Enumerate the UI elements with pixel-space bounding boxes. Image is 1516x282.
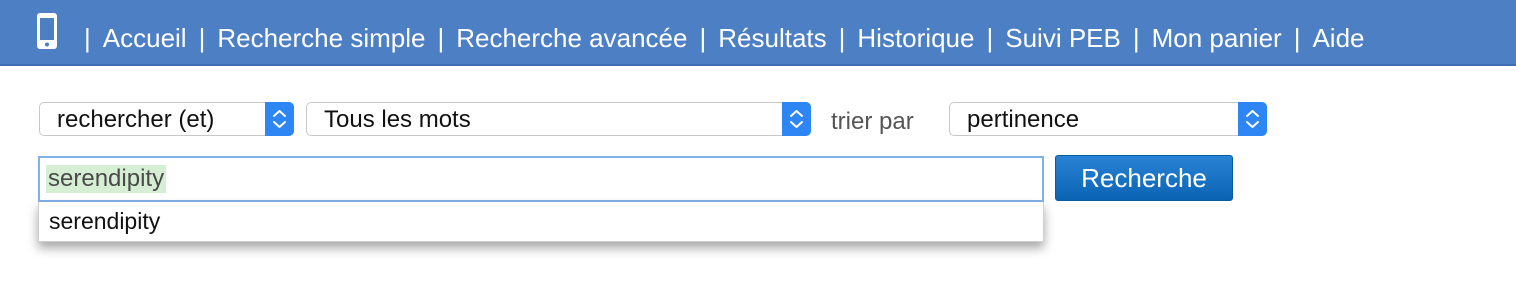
nav-link-aide[interactable]: Aide	[1312, 23, 1364, 54]
scope-select-value: Tous les mots	[324, 106, 471, 133]
nav-link-suivi-peb[interactable]: Suivi PEB	[1005, 23, 1121, 54]
nav-link-accueil[interactable]: Accueil	[103, 23, 187, 54]
operator-select-value: rechercher (et)	[57, 106, 215, 133]
sort-label: trier par	[831, 108, 914, 135]
select-stepper-icon	[1238, 102, 1267, 136]
nav-separator: |	[84, 22, 91, 53]
search-query-text: serendipity	[46, 165, 167, 193]
search-input[interactable]: serendipity	[38, 156, 1044, 202]
scope-select[interactable]: Tous les mots	[306, 102, 811, 136]
nav-separator: |	[838, 22, 846, 53]
operator-select[interactable]: rechercher (et)	[39, 102, 294, 136]
nav-separator: |	[198, 22, 206, 53]
search-button[interactable]: Recherche	[1055, 155, 1233, 201]
select-stepper-icon	[782, 102, 811, 136]
nav-link-historique[interactable]: Historique	[857, 23, 974, 54]
select-stepper-icon	[265, 102, 294, 136]
mobile-phone-icon[interactable]	[36, 12, 58, 50]
autocomplete-dropdown: serendipity	[38, 202, 1044, 242]
nav-separator: |	[986, 22, 994, 53]
sort-select-value: pertinence	[967, 106, 1080, 133]
nav-separator: |	[1293, 22, 1301, 53]
nav-link-recherche-avancee[interactable]: Recherche avancée	[456, 23, 687, 54]
sort-select[interactable]: pertinence	[949, 102, 1267, 136]
autocomplete-suggestion[interactable]: serendipity	[49, 208, 160, 235]
nav-link-mon-panier[interactable]: Mon panier	[1152, 23, 1282, 54]
nav-separator: |	[437, 22, 445, 53]
top-navigation-bar: | Accueil | Recherche simple | Recherche…	[0, 0, 1516, 66]
nav-separator: |	[699, 22, 707, 53]
nav-link-recherche-simple[interactable]: Recherche simple	[217, 23, 425, 54]
nav-links: | Accueil | Recherche simple | Recherche…	[72, 18, 1365, 58]
nav-separator: |	[1132, 22, 1140, 53]
nav-link-resultats[interactable]: Résultats	[718, 23, 826, 54]
